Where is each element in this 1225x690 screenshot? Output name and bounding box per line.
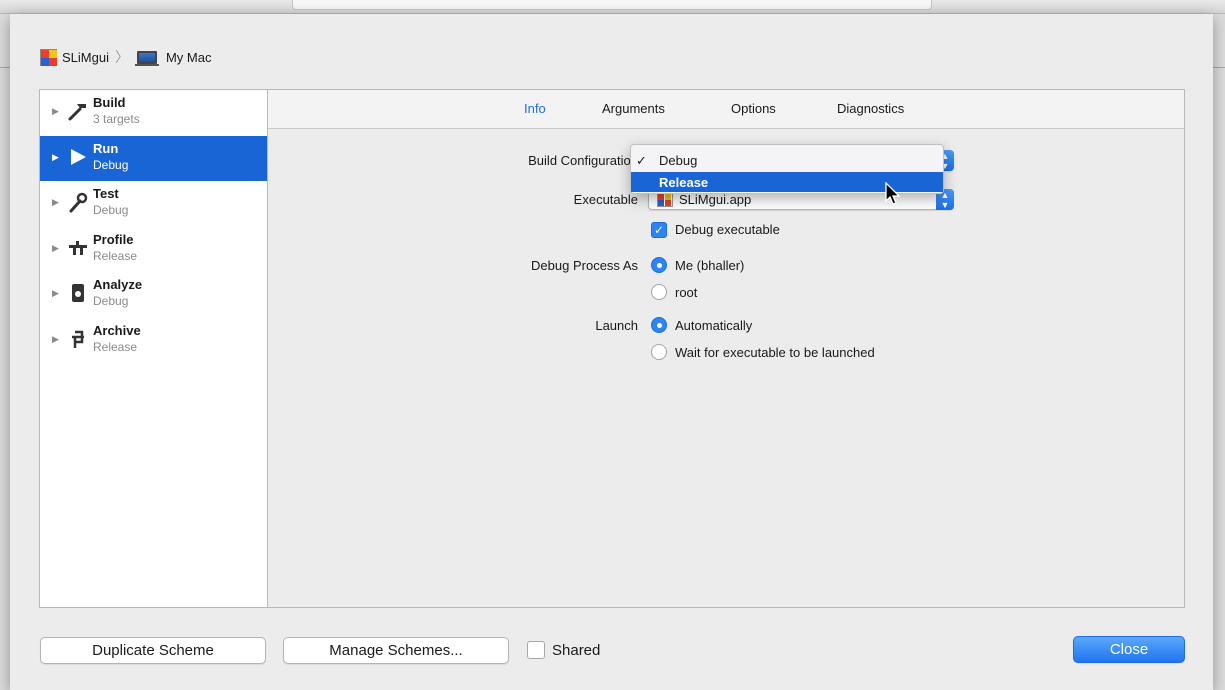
sidebar-item-title: Test [93,186,119,201]
breadcrumb-destination[interactable]: My Mac [166,50,212,65]
menu-item-label: Release [659,175,709,190]
sidebar-item-subtitle: 3 targets [93,112,140,126]
sidebar-item-build[interactable]: ▶ Build 3 targets [40,90,267,135]
radio-me[interactable] [651,257,667,273]
radio-me-label: Me (bhaller) [675,258,745,273]
archive-icon [66,327,90,351]
breadcrumb-separator: 〉 [114,49,129,65]
radio-root-label: root [675,285,698,300]
mouse-cursor-icon [885,182,901,205]
disclosure-triangle-icon[interactable]: ▶ [52,152,59,163]
manage-schemes-button[interactable]: Manage Schemes... [283,637,509,664]
sidebar-item-analyze[interactable]: ▶ Analyze Debug [40,272,267,317]
tab-diagnostics[interactable]: Diagnostics [837,101,904,116]
gauge-icon [66,236,90,260]
tab-options[interactable]: Options [731,101,776,116]
tab-info[interactable]: Info [524,101,546,116]
sidebar-item-archive[interactable]: ▶ Archive Release [40,318,267,363]
sidebar-item-title: Analyze [93,277,143,292]
build-configuration-label: Build Configuration [528,153,638,168]
sidebar-item-test[interactable]: ▶ Test Debug [40,181,267,226]
toolbar-activity-field [292,0,932,10]
shared-label: Shared [552,642,601,659]
wrench-icon [66,190,90,214]
disclosure-triangle-icon[interactable]: ▶ [52,288,59,299]
radio-automatically-label: Automatically [675,318,753,333]
executable-label: Executable [573,192,638,207]
disclosure-triangle-icon[interactable]: ▶ [52,197,59,208]
radio-root[interactable] [651,284,667,300]
debug-executable-checkbox[interactable]: ✓ [651,222,667,238]
tab-bar: Info Arguments Options Diagnostics [268,90,1184,129]
breadcrumb: SLiMgui 〉 My Mac [40,47,211,67]
sidebar-item-run[interactable]: ▶ Run Debug [40,136,267,181]
sidebar-item-subtitle: Release [93,340,138,354]
sidebar-item-subtitle: Debug [93,203,129,217]
duplicate-scheme-button[interactable]: Duplicate Scheme [40,637,266,664]
radio-wait-for-launch-label: Wait for executable to be launched [675,345,875,360]
slimgui-app-icon [657,193,673,207]
sidebar-item-title: Profile [93,232,134,247]
sidebar-item-subtitle: Debug [93,158,129,172]
sidebar-item-title: Build [93,95,126,110]
divider [1212,67,1225,68]
debug-executable-label: Debug executable [675,222,780,237]
mac-laptop-icon [134,50,159,66]
shared-checkbox[interactable] [527,641,545,659]
disclosure-triangle-icon[interactable]: ▶ [52,106,59,117]
launch-label: Launch [595,318,638,333]
sidebar-item-title: Run [93,141,119,156]
window-titlebar-strip [0,0,1225,14]
divider [0,67,10,68]
hammer-icon [66,99,90,123]
radio-wait-for-launch[interactable] [651,344,667,360]
play-icon [66,145,90,169]
menu-item-debug[interactable]: ✓ Debug [631,150,943,170]
analyze-icon [66,281,90,305]
debug-process-as-label: Debug Process As [531,258,638,273]
checkmark-icon: ✓ [636,153,647,168]
disclosure-triangle-icon[interactable]: ▶ [52,334,59,345]
sidebar-item-title: Archive [93,323,141,338]
breadcrumb-scheme[interactable]: SLiMgui [62,50,109,65]
close-button[interactable]: Close [1073,636,1185,663]
menu-item-label: Debug [659,153,698,168]
radio-automatically[interactable] [651,317,667,333]
tab-arguments[interactable]: Arguments [602,101,665,116]
sidebar-item-subtitle: Debug [93,294,129,308]
scheme-actions-sidebar: ▶ Build 3 targets ▶ Run Debug ▶ Test Deb… [39,89,268,608]
executable-value: SLiMgui.app [679,192,752,207]
sidebar-item-profile[interactable]: ▶ Profile Release [40,227,267,272]
sidebar-item-subtitle: Release [93,249,138,263]
slimgui-app-icon [40,48,57,66]
disclosure-triangle-icon[interactable]: ▶ [52,243,59,254]
